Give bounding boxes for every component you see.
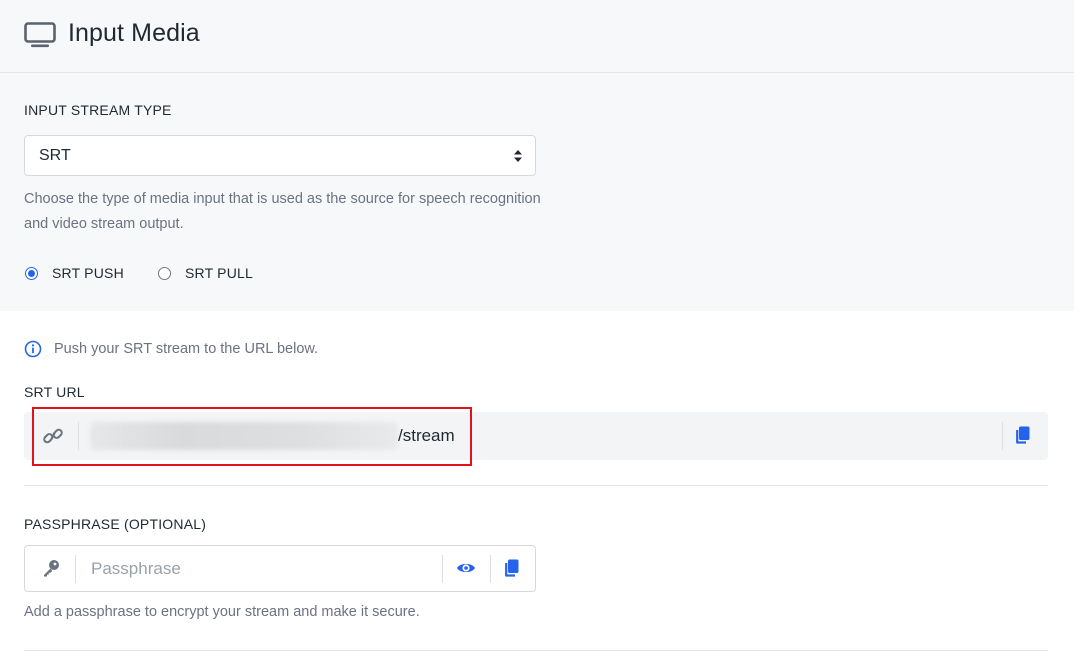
passphrase-label: PASSPHRASE (OPTIONAL) bbox=[24, 516, 207, 532]
passphrase-divider bbox=[75, 555, 76, 583]
passphrase-field[interactable] bbox=[24, 545, 536, 592]
key-icon bbox=[44, 560, 59, 577]
srt-info: Push your SRT stream to the URL below. bbox=[24, 340, 318, 358]
select-arrows-icon bbox=[514, 150, 522, 162]
srt-info-text: Push your SRT stream to the URL below. bbox=[54, 341, 319, 357]
url-copy-divider bbox=[1002, 422, 1003, 450]
eye-icon[interactable] bbox=[456, 560, 476, 576]
passphrase-input[interactable] bbox=[91, 557, 431, 581]
info-icon bbox=[24, 340, 42, 358]
input-stream-help: Choose the type of media input that is u… bbox=[24, 191, 541, 232]
radio-srt-pull-circle[interactable] bbox=[158, 266, 171, 280]
eye-divider bbox=[442, 555, 443, 583]
bottom-divider bbox=[24, 650, 1048, 651]
monitor-icon bbox=[24, 22, 56, 48]
radio-srt-push-label: SRT PUSH bbox=[52, 265, 124, 281]
select-value: SRT bbox=[39, 147, 71, 164]
radio-srt-push[interactable]: SRT PUSH bbox=[25, 265, 124, 281]
radio-srt-pull-label: SRT PULL bbox=[185, 265, 254, 281]
copy-url-icon[interactable] bbox=[1014, 426, 1030, 445]
page-header: Input Media bbox=[0, 0, 1074, 73]
radio-srt-pull[interactable]: SRT PULL bbox=[158, 265, 253, 281]
srt-url-label: SRT URL bbox=[24, 384, 85, 400]
section-divider bbox=[24, 485, 1048, 486]
input-stream-type-select[interactable]: SRT bbox=[24, 135, 536, 176]
page-title: Input Media bbox=[68, 19, 200, 47]
copy-divider bbox=[490, 555, 491, 583]
copy-passphrase-icon[interactable] bbox=[503, 559, 519, 578]
radio-srt-push-circle[interactable] bbox=[25, 266, 38, 280]
passphrase-help: Add a passphrase to encrypt your stream … bbox=[24, 604, 420, 620]
input-stream-section: INPUT STREAM TYPE SRT Choose the type of… bbox=[0, 73, 1074, 311]
highlight-box bbox=[32, 407, 472, 466]
input-stream-type-label: INPUT STREAM TYPE bbox=[24, 102, 172, 118]
